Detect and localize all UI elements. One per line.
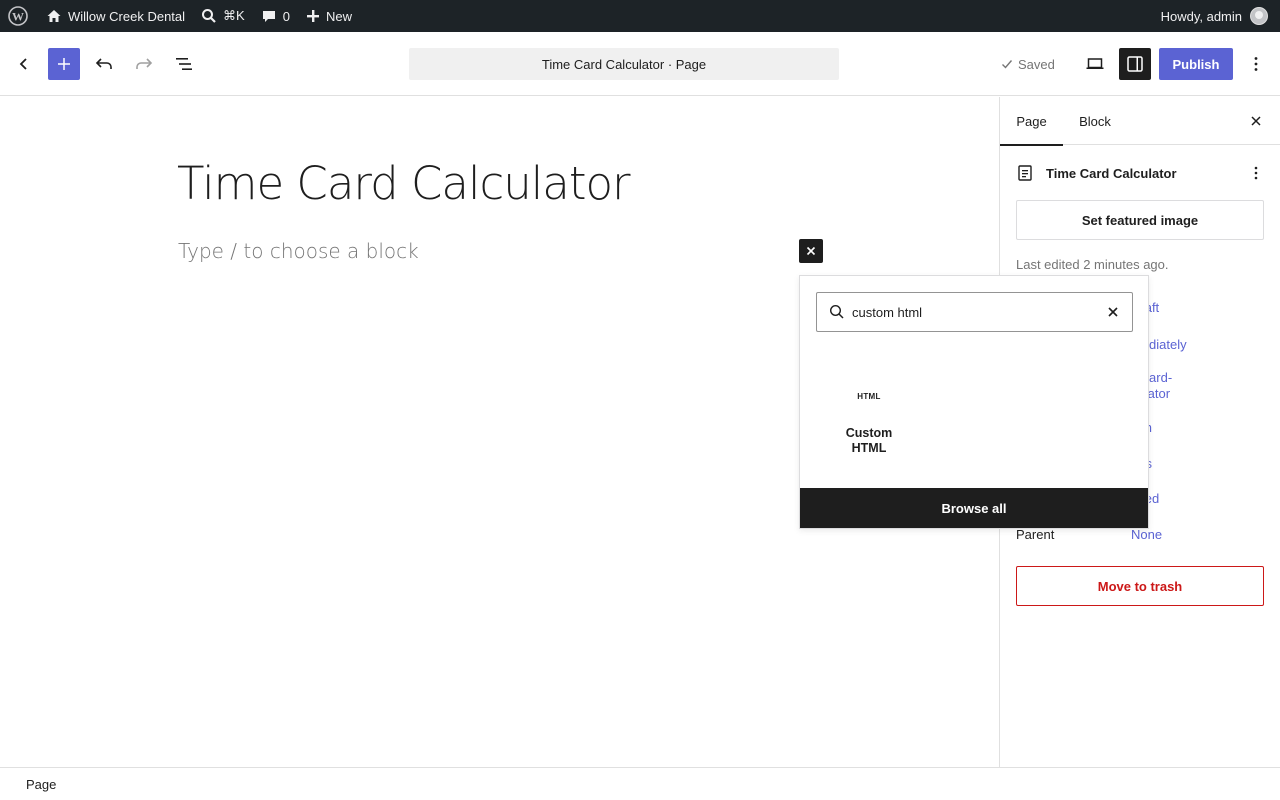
document-name: Time Card Calculator	[1046, 165, 1177, 181]
my-account-menu[interactable]: Howdy, admin	[1153, 0, 1280, 32]
comment-icon	[261, 8, 277, 24]
plus-icon	[56, 56, 72, 72]
document-title: Time Card Calculator · Page	[541, 56, 707, 72]
editor-header: Time Card Calculator · Page Saved Publis…	[0, 32, 1280, 96]
block-search-input[interactable]	[852, 293, 1092, 331]
tab-page[interactable]: Page	[1000, 97, 1063, 146]
more-vertical-icon	[1246, 54, 1266, 74]
publish-button[interactable]: Publish	[1159, 48, 1233, 80]
options-button[interactable]	[1240, 48, 1272, 80]
redo-button[interactable]	[128, 48, 160, 80]
move-to-trash-button[interactable]: Move to trash	[1016, 566, 1264, 606]
site-name-menu[interactable]: Willow Creek Dental	[38, 0, 193, 32]
sidebar-icon	[1125, 54, 1145, 74]
desktop-icon	[1085, 54, 1105, 74]
close-icon	[1250, 115, 1262, 127]
quick-inserter-popover: HTML Custom HTML Browse all	[799, 275, 1149, 529]
site-name: Willow Creek Dental	[68, 8, 186, 24]
more-vertical-icon	[1247, 164, 1265, 182]
document-actions-button[interactable]	[1244, 161, 1268, 185]
howdy-text: Howdy, admin	[1160, 8, 1242, 24]
parent-value[interactable]: None	[1131, 527, 1162, 543]
command-shortcut: ⌘K	[223, 8, 245, 23]
comments-count: 0	[282, 8, 290, 24]
search-icon	[201, 8, 217, 24]
wordpress-icon: W	[8, 6, 28, 26]
command-palette-button[interactable]: ⌘K	[193, 0, 253, 32]
tab-block[interactable]: Block	[1063, 97, 1127, 145]
browse-all-button[interactable]: Browse all	[800, 488, 1148, 528]
new-content-menu[interactable]: New	[298, 0, 360, 32]
list-view-icon	[174, 54, 194, 74]
admin-bar: W Willow Creek Dental ⌘K 0 New Howdy, ad…	[0, 0, 1280, 32]
block-placeholder[interactable]: Type / to choose a block	[178, 239, 419, 263]
page-title[interactable]: Time Card Calculator	[177, 157, 631, 210]
svg-text:W: W	[12, 10, 24, 24]
document-overview-button[interactable]	[168, 48, 200, 80]
document-title-bar[interactable]: Time Card Calculator · Page	[409, 48, 839, 80]
parent-label: Parent	[1016, 527, 1055, 542]
close-icon	[1108, 307, 1118, 317]
sidebar-tabs: Page Block	[1000, 97, 1280, 146]
check-icon	[1000, 57, 1014, 71]
wordpress-logo-menu[interactable]: W	[0, 0, 38, 32]
undo-icon	[94, 54, 114, 74]
new-label: New	[325, 8, 352, 24]
saved-label: Saved	[1018, 56, 1055, 72]
clear-search-button[interactable]	[1104, 303, 1122, 321]
set-featured-image-button[interactable]: Set featured image	[1016, 200, 1264, 240]
block-result-custom-html[interactable]: HTML Custom HTML	[824, 372, 914, 468]
undo-button[interactable]	[88, 48, 120, 80]
html-icon: HTML	[857, 392, 881, 401]
editor-footer: Page	[0, 767, 1280, 800]
block-search-box	[816, 292, 1133, 332]
settings-toggle-button[interactable]	[1119, 48, 1151, 80]
plus-icon	[306, 9, 320, 23]
last-edited-text: Last edited 2 minutes ago.	[1016, 257, 1169, 272]
search-icon	[829, 304, 845, 320]
document-summary: Time Card Calculator	[1016, 161, 1266, 185]
breadcrumb[interactable]: Page	[26, 777, 56, 792]
close-icon	[805, 245, 817, 257]
close-inserter-button[interactable]	[799, 239, 823, 263]
close-settings-button[interactable]	[1244, 109, 1268, 133]
avatar	[1250, 7, 1268, 25]
home-icon	[46, 8, 62, 24]
block-inserter-toggle[interactable]	[48, 48, 80, 80]
page-icon	[1016, 164, 1034, 182]
block-result-label: Custom HTML	[845, 426, 893, 455]
comments-menu[interactable]: 0	[253, 0, 298, 32]
preview-button[interactable]	[1079, 48, 1111, 80]
redo-icon	[134, 54, 154, 74]
back-button[interactable]	[8, 48, 40, 80]
saved-indicator: Saved	[1000, 48, 1055, 80]
chevron-left-icon	[16, 56, 32, 72]
